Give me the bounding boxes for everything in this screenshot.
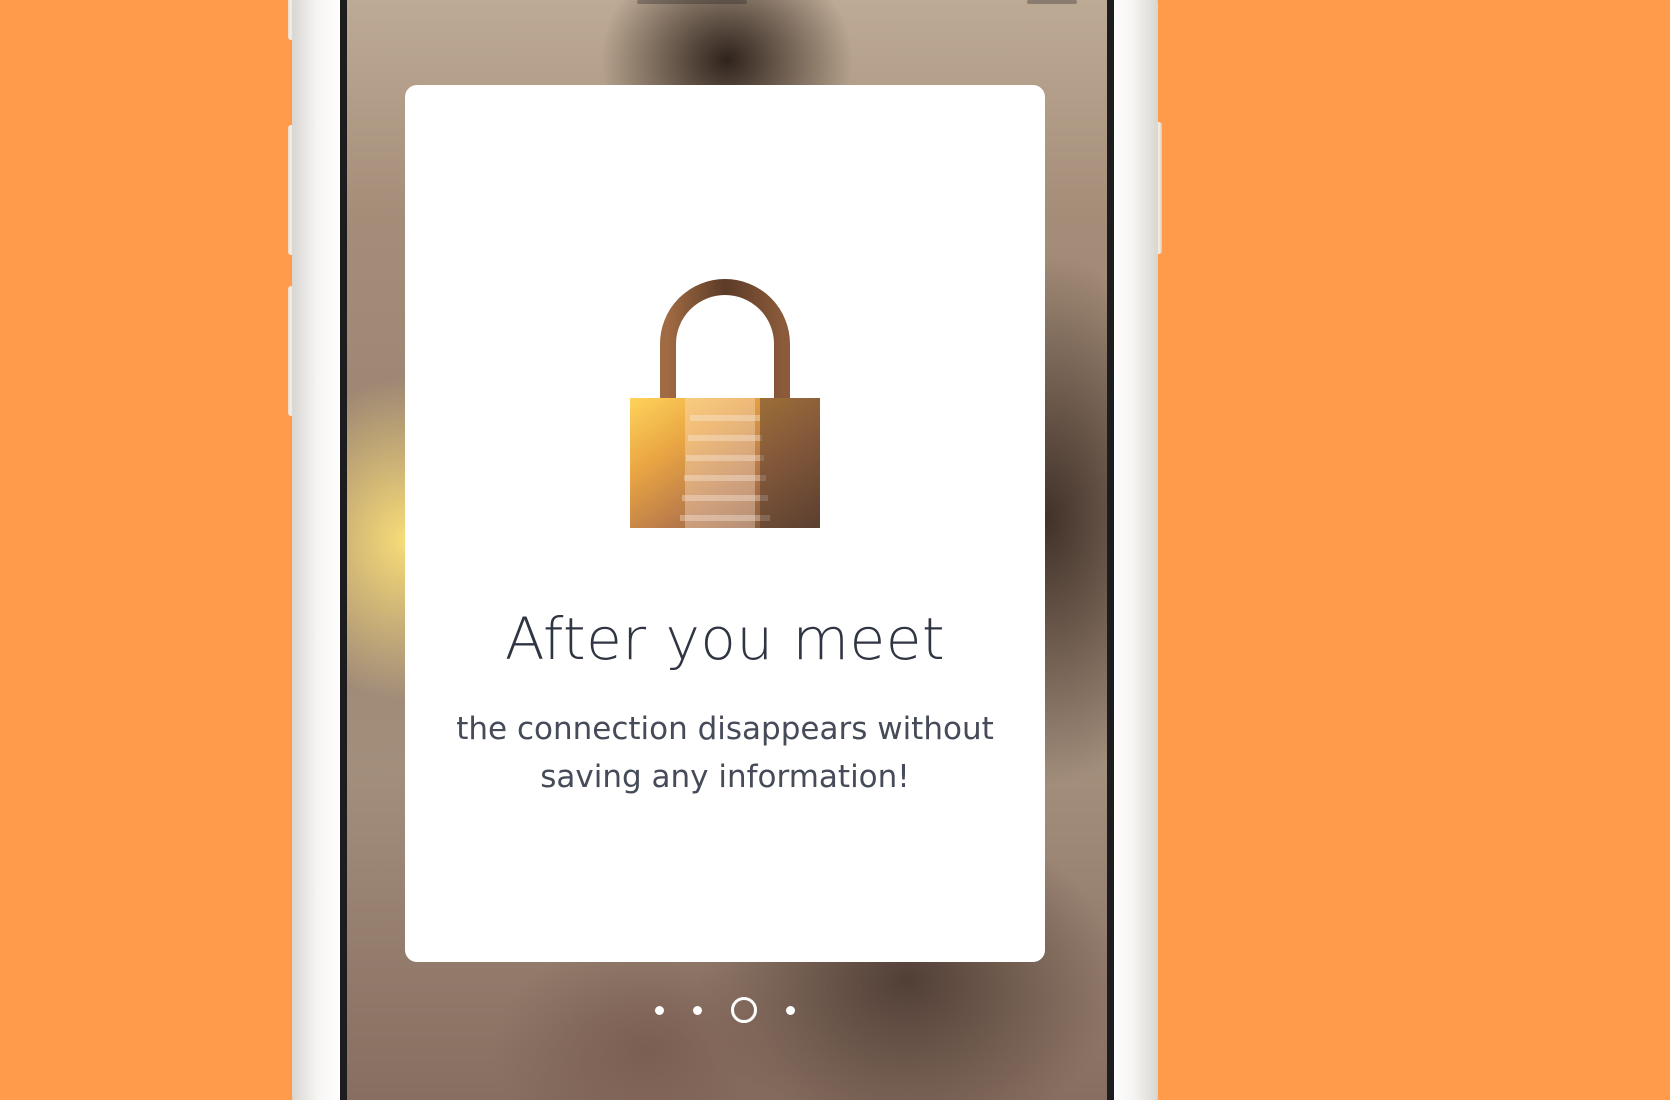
stage: After you meet the connection disappears… <box>0 0 1670 1100</box>
battery-hint <box>1027 0 1077 4</box>
page-dot-1[interactable] <box>655 1005 664 1015</box>
page-dot-2[interactable] <box>693 1005 702 1015</box>
lock-icon <box>630 279 820 528</box>
card-title: After you meet <box>504 605 946 673</box>
card-subtitle: the connection disappears without saving… <box>456 711 994 795</box>
page-dot-3-active[interactable] <box>731 997 757 1023</box>
page-dot-4[interactable] <box>786 1005 795 1015</box>
onboarding-card: After you meet the connection disappears… <box>405 85 1045 962</box>
page-indicator <box>655 997 795 1023</box>
status-bar-hint <box>637 0 747 4</box>
